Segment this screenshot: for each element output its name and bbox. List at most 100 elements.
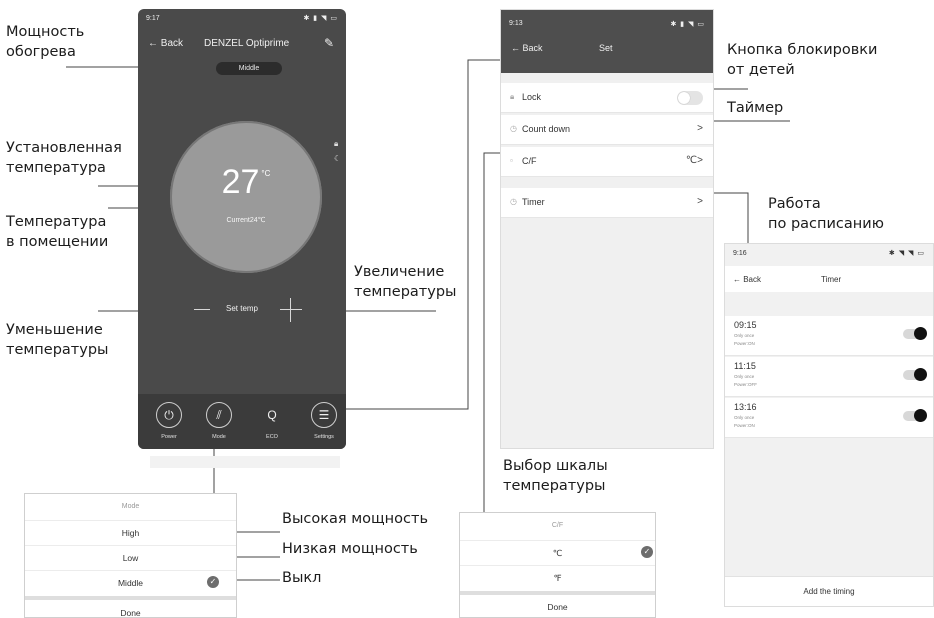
timer-repeat: Only once (734, 333, 755, 338)
timer-row[interactable]: 13:16 Only once Power:ON (725, 398, 933, 438)
done-button[interactable]: Done (25, 608, 236, 618)
label-heat-power: Мощность обогрева (6, 24, 85, 60)
main-header: ← Back DENZEL Optiprime ✎ (138, 35, 346, 55)
setting-label: C/F (522, 156, 537, 166)
status-time: 9:13 (509, 20, 523, 27)
settings-label: Settings (314, 434, 334, 440)
label-room-temperature: Температура в помещении (6, 214, 109, 250)
set-temperature: 27 °C (221, 163, 271, 201)
timer-switch[interactable] (903, 327, 927, 340)
mode-button[interactable]: ⫽ Mode (201, 402, 237, 440)
label-set-temperature: Установленная температура (6, 140, 122, 176)
label-temp-decrease: Уменьшение температуры (6, 322, 109, 358)
status-bar: 9:17 ✱ ▮ ◥ ▭ (138, 9, 346, 27)
cf-value: ℃> (685, 155, 703, 166)
add-timing-button[interactable]: Add the timing (725, 576, 933, 606)
current-temperature: Current24℃ (226, 217, 266, 224)
lock-icon: 🔒︎ (334, 139, 339, 148)
label-scale-select: Выбор шкалы температуры (503, 458, 608, 494)
label-temp-increase: Увеличение температуры (354, 264, 457, 300)
label-low-power: Низкая мощность (282, 541, 418, 557)
timer-repeat: Only once (734, 374, 755, 379)
done-button[interactable]: Done (460, 602, 655, 612)
label-timer: Таймер (727, 100, 784, 116)
power-button[interactable]: ⏻ Power (151, 402, 187, 440)
timer-header: ← Back Timer (725, 266, 933, 292)
label-schedule: Работа по расписанию (768, 196, 884, 232)
timer-icon: ◷ (510, 197, 517, 206)
timer-row[interactable]: 09:15 Only once Power:ON (725, 316, 933, 356)
timer-power: Power:ON (734, 423, 755, 428)
power-label: Power (161, 434, 177, 440)
setting-row-timer[interactable]: ◷ Timer > (501, 188, 713, 218)
cf-option-fahrenheit[interactable]: ℉ (460, 565, 655, 590)
mode-option-low[interactable]: Low (25, 545, 236, 570)
mode-icon: ⫽ (206, 402, 232, 428)
mode-option-high[interactable]: High (25, 520, 236, 545)
power-icon: ⏻ (156, 402, 182, 428)
temperature-unit: °C (261, 169, 271, 178)
mode-option-middle[interactable]: Middle (25, 570, 236, 595)
back-button[interactable]: ← Back (148, 38, 183, 49)
timer-time: 11:15 (734, 361, 756, 371)
settings-button[interactable]: ☰ Settings (306, 402, 342, 440)
plus-icon[interactable] (280, 309, 302, 310)
plus-icon-vertical[interactable] (290, 298, 291, 322)
main-control-screen: 9:17 ✱ ▮ ◥ ▭ ← Back DENZEL Optiprime ✎ M… (138, 9, 346, 449)
chevron-right-icon: > (697, 123, 703, 134)
back-button[interactable]: ← Back (511, 43, 543, 53)
lock-icon: 🔒︎ (510, 92, 515, 101)
label-child-lock: Кнопка блокировки от детей (727, 42, 878, 78)
set-temp-row: Set temp (138, 298, 346, 322)
timer-power: Power:ON (734, 341, 755, 346)
status-time: 9:17 (146, 14, 160, 22)
eco-label: ECO (266, 434, 278, 440)
timer-repeat: Only once (734, 415, 755, 420)
setting-label: Timer (522, 197, 545, 207)
timer-time: 09:15 (734, 320, 757, 330)
label-high-power: Высокая мощность (282, 511, 428, 527)
mode-popup: Mode High Low Middle ✓ Done (24, 493, 237, 618)
status-icons: ✱ ◥ ◥ ▭ (888, 250, 925, 257)
cf-option-celsius[interactable]: ℃ (460, 540, 655, 565)
settings-screen: 9:13 ✱ ▮ ◥ ▭ ← Back Set 🔒︎ Lock ◷ Count … (500, 9, 714, 449)
reflection-strip (150, 456, 340, 468)
popup-title: C/F (551, 522, 564, 529)
timer-time: 13:16 (734, 402, 757, 412)
setting-label: Count down (522, 124, 571, 134)
timer-switch[interactable] (903, 368, 927, 381)
check-icon: ✓ (207, 576, 219, 588)
bottom-toolbar: ⏻ Power ⫽ Mode Q ECO ☰ Settings (138, 394, 346, 449)
eco-button[interactable]: Q ECO (254, 402, 290, 440)
setting-row-lock[interactable]: 🔒︎ Lock (501, 83, 713, 113)
status-icons: ✱ ▮ ◥ ▭ (670, 20, 705, 28)
popup-divider (460, 591, 655, 595)
check-icon: ✓ (641, 546, 653, 558)
status-time: 9:16 (733, 249, 747, 257)
settings-title: Set (599, 43, 613, 53)
timer-title: Timer (821, 275, 842, 284)
mode-pill[interactable]: Middle (216, 62, 282, 75)
set-temp-label: Set temp (225, 304, 258, 313)
moon-icon: ☾ (334, 154, 342, 163)
label-off: Выкл (282, 570, 322, 586)
eco-icon: Q (267, 408, 277, 422)
mode-label: Mode (212, 434, 226, 440)
temperature-dial[interactable]: 27 °C Current24℃ (170, 121, 322, 273)
lock-toggle[interactable] (677, 91, 703, 105)
cf-popup: C/F ℃ ✓ ℉ Done (459, 512, 656, 618)
popup-divider (25, 596, 236, 600)
device-title: DENZEL Optiprime (204, 38, 290, 49)
pencil-icon[interactable]: ✎ (324, 36, 334, 50)
settings-header: ← Back Set (501, 37, 713, 73)
setting-row-cf[interactable]: ▫ C/F ℃> (501, 147, 713, 177)
back-button[interactable]: ← Back (733, 275, 761, 284)
timer-row[interactable]: 11:15 Only once Power:OFF (725, 357, 933, 397)
timer-switch[interactable] (903, 409, 927, 422)
status-bar: 9:13 ✱ ▮ ◥ ▭ (501, 10, 713, 37)
setting-row-countdown[interactable]: ◷ Count down > (501, 115, 713, 145)
timer-power: Power:OFF (734, 382, 758, 387)
setting-label: Lock (522, 92, 542, 102)
status-icons: ✱ ▮ ◥ ▭ (303, 15, 338, 22)
settings-icon: ☰ (311, 402, 337, 428)
